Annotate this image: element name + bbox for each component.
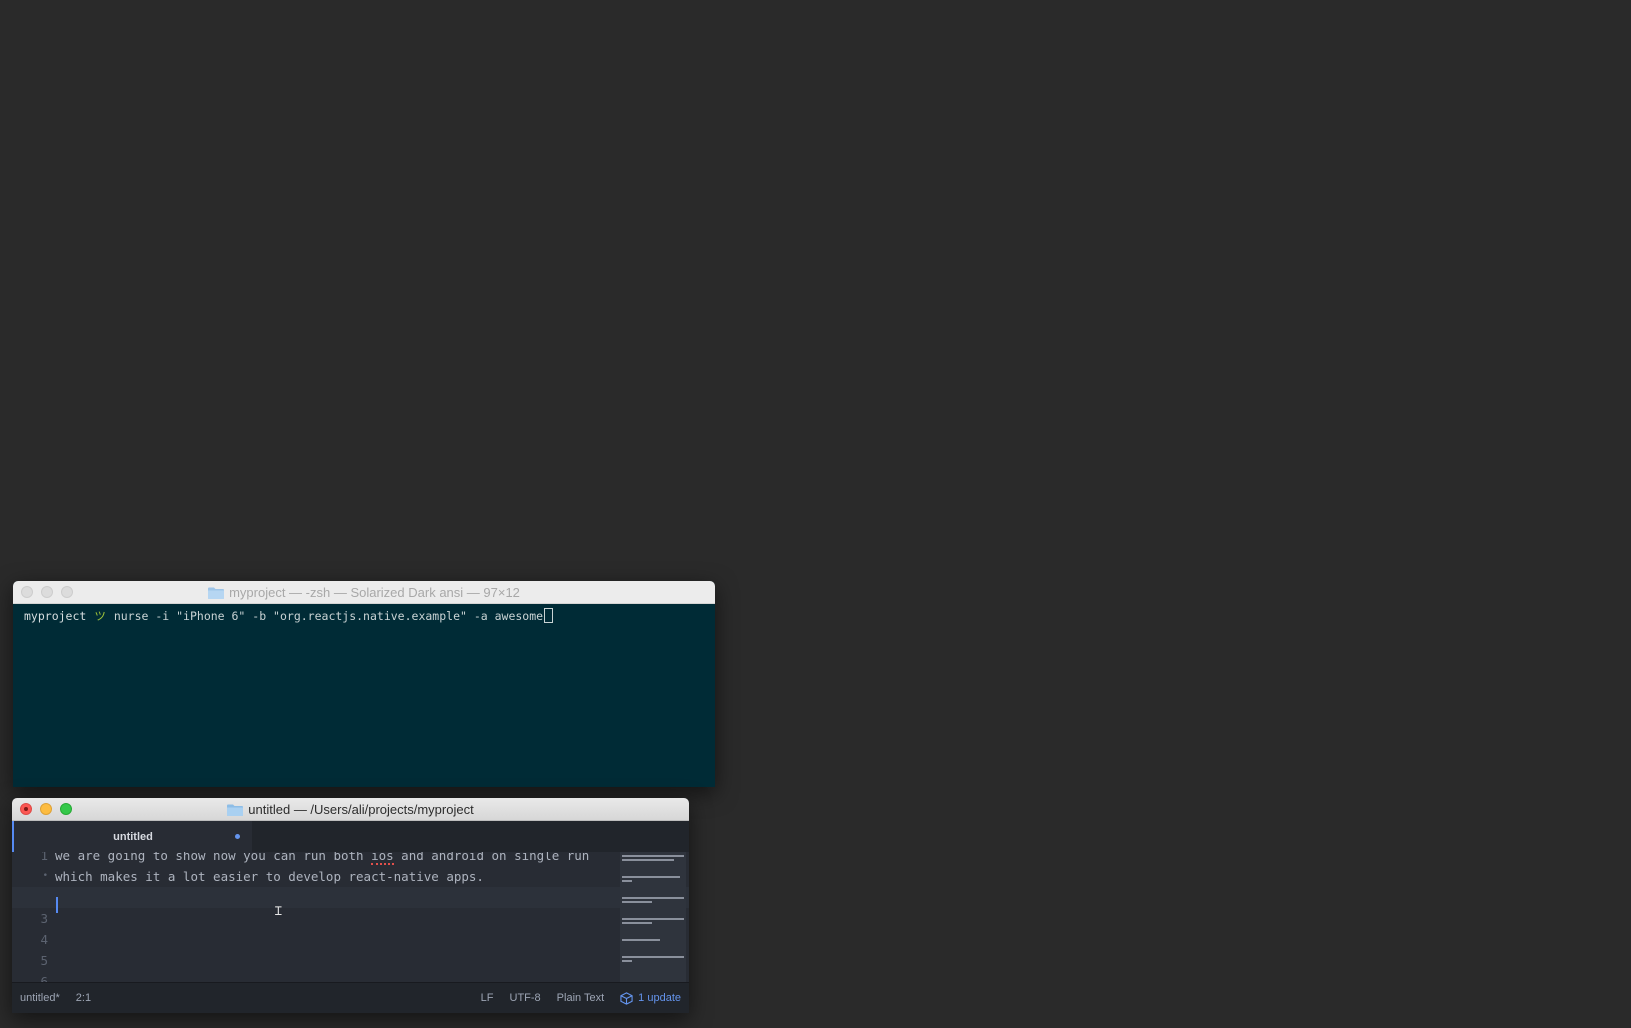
line-number: 5 <box>40 953 48 968</box>
minimize-button[interactable] <box>40 803 52 815</box>
code-line-1-wrapped: which makes it a lot easier to develop r… <box>55 869 484 884</box>
code-lines[interactable]: we are going to show now you can run bot… <box>12 852 689 971</box>
code-text: we are going to show now you can run bot… <box>55 852 372 863</box>
modified-indicator-icon[interactable] <box>235 834 240 839</box>
line-number: 4 <box>40 932 48 947</box>
status-bar: untitled* 2:1 LF UTF-8 Plain Text 1 upda… <box>12 982 689 1013</box>
terminal-titlebar[interactable]: myproject — -zsh — Solarized Dark ansi —… <box>13 581 715 604</box>
editor-window-controls <box>20 803 72 815</box>
update-count: 1 update <box>638 992 681 1004</box>
line-number-gutter[interactable]: 1 • 2 3 4 5 6 <box>12 852 48 982</box>
status-cursor-position[interactable]: 2:1 <box>76 992 91 1004</box>
package-update-button[interactable]: 1 update <box>620 991 681 1005</box>
terminal-window-controls <box>21 586 73 598</box>
line-number: 1 <box>40 852 48 863</box>
minimap[interactable] <box>620 852 686 982</box>
tab-label: untitled <box>113 830 153 843</box>
prompt-directory: myproject <box>24 609 87 623</box>
line-number: 3 <box>40 911 48 926</box>
zoom-button[interactable] <box>61 586 73 598</box>
terminal-window[interactable]: myproject — -zsh — Solarized Dark ansi —… <box>13 581 715 787</box>
tab-untitled[interactable]: untitled <box>12 821 252 852</box>
tab-bar: untitled <box>12 821 689 852</box>
status-encoding[interactable]: UTF-8 <box>510 992 541 1004</box>
terminal-command: nurse -i "iPhone 6" -b "org.reactjs.nati… <box>113 609 544 623</box>
text-caret <box>56 897 58 913</box>
minimize-button[interactable] <box>41 586 53 598</box>
status-grammar[interactable]: Plain Text <box>557 992 605 1004</box>
line-number-wrap: • <box>42 871 48 881</box>
status-line-ending[interactable]: LF <box>481 992 494 1004</box>
code-text: and android on single run <box>393 852 590 863</box>
status-file-name[interactable]: untitled* <box>20 992 60 1004</box>
editor-titlebar[interactable]: untitled — /Users/ali/projects/myproject <box>12 798 689 821</box>
editor-title: untitled — /Users/ali/projects/myproject <box>248 801 474 817</box>
ibeam-cursor-icon: Ɪ <box>275 904 282 918</box>
editor-text-area[interactable]: 1 • 2 3 4 5 6 we are going to show now y… <box>12 852 689 982</box>
zoom-button[interactable] <box>60 803 72 815</box>
close-button[interactable] <box>21 586 33 598</box>
folder-icon <box>227 804 244 816</box>
terminal-cursor <box>544 608 554 623</box>
close-button[interactable] <box>20 803 32 815</box>
terminal-content[interactable]: myproject ツ nurse -i "iPhone 6" -b "org.re… <box>13 604 715 628</box>
line-number: 6 <box>40 974 48 982</box>
terminal-title: myproject — -zsh — Solarized Dark ansi —… <box>229 584 520 600</box>
code-line-1: we are going to show now you can run bot… <box>55 852 622 866</box>
code-line-2-active <box>12 887 689 908</box>
prompt-symbol: ツ <box>94 609 106 623</box>
misspelled-word[interactable]: ios <box>371 852 394 865</box>
folder-icon <box>208 587 225 599</box>
package-icon <box>620 991 633 1005</box>
editor-window[interactable]: untitled — /Users/ali/projects/myproject… <box>12 798 689 1013</box>
